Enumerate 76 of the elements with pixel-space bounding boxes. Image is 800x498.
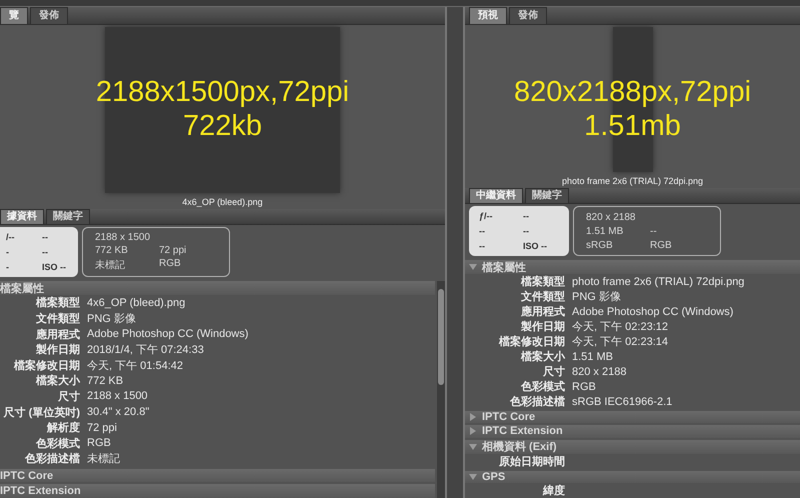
panel-tab[interactable]: 預視 [469, 7, 507, 24]
collapsed-triangle-icon[interactable] [469, 427, 477, 436]
field-label: 文件類型 [520, 290, 565, 304]
panel-tab[interactable]: 發佈 [509, 7, 547, 24]
camera-info-card: ƒ/-- -- -- -- -- ISO -- [469, 206, 569, 256]
scrollbar[interactable] [437, 281, 445, 498]
panel-tab[interactable]: 據資料 [0, 209, 44, 224]
field-label: 文件類型 [35, 312, 80, 326]
field-value: 2018/1/4, 下午 07:24:33 [87, 343, 205, 358]
field-label: 製作日期 [35, 342, 80, 358]
section-header[interactable]: 檔案屬性 [465, 260, 800, 274]
field-value: Adobe Photoshop CC (Windows) [572, 306, 734, 318]
field-value: RGB [572, 380, 597, 392]
file-name: 4x6_OP (bleed).png [182, 197, 263, 207]
field-label: 尺寸 [542, 364, 565, 379]
field-value: 4x6_OP (bleed).png [87, 296, 186, 309]
overlay-text: 722kb [182, 109, 262, 143]
file-summary-card: 2188 x 1500 772 KB 72 ppi 未標記 RGB [82, 227, 230, 277]
field-value: 820 x 2188 [572, 366, 628, 378]
field-label: 原始日期時間 [498, 454, 565, 469]
overlay-text: 820x2188px,72ppi [514, 75, 752, 109]
field-value: PNG 影像 [87, 312, 137, 326]
field-label: 尺寸 (單位英吋) [2, 406, 80, 420]
field-label: 色彩描述檔 [509, 394, 565, 409]
field-value: sRGB IEC61966-2.1 [572, 396, 674, 408]
field-label: 檔案修改日期 [12, 358, 80, 373]
expanded-triangle-icon[interactable] [469, 442, 477, 451]
file-summary-card: 820 x 2188 1.51 MB -- sRGB RGB [573, 206, 721, 256]
field-value: PNG 影像 [572, 290, 622, 304]
field-label: 色彩模式 [35, 436, 80, 451]
field-value: RGB [87, 437, 112, 450]
scrollbar-thumb[interactable] [438, 289, 444, 385]
field-label: 檔案大小 [520, 349, 565, 364]
field-label: 緯度 [542, 484, 565, 498]
field-label: 檔案大小 [34, 373, 80, 388]
section-header[interactable]: 檔案屬性 [0, 281, 435, 295]
section-header[interactable]: IPTC Extension [0, 484, 435, 498]
field-value: 今天, 下午 02:23:14 [572, 335, 669, 349]
panel-tab[interactable]: 覽 [0, 7, 28, 24]
field-value: photo frame 2x6 (TRIAL) 72dpi.png [572, 276, 746, 288]
field-value: 1.51 MB [572, 350, 614, 362]
expanded-triangle-icon[interactable] [469, 472, 477, 481]
field-label: 檔案類型 [520, 274, 565, 289]
section-header[interactable]: IPTC Core [0, 468, 435, 482]
panel-tab[interactable]: 發佈 [30, 7, 68, 24]
panel-tab[interactable]: 中繼資料 [469, 188, 523, 203]
field-value: 今天, 下午 02:23:12 [572, 320, 669, 334]
field-label: 檔案類型 [34, 295, 80, 310]
section-header[interactable]: 相機資料 (Exif) [465, 440, 800, 454]
overlay-text: 1.51mb [584, 109, 681, 143]
section-header[interactable]: IPTC Extension [465, 425, 800, 438]
field-label: 解析度 [46, 420, 80, 436]
field-value: 72 ppi [87, 422, 118, 434]
field-label: 色彩描述檔 [24, 452, 80, 466]
panel-splitter[interactable] [445, 7, 465, 498]
field-value: Adobe Photoshop CC (Windows) [87, 328, 250, 340]
field-value: 2188 x 1500 [87, 390, 149, 402]
field-label: 檔案修改日期 [498, 334, 565, 349]
expanded-triangle-icon[interactable] [469, 263, 477, 271]
field-value: 30.4" x 20.8" [87, 406, 150, 418]
file-name: photo frame 2x6 (TRIAL) 72dpi.png [562, 176, 704, 186]
overlay-text: 2188x1500px,72ppi [96, 75, 350, 109]
section-header[interactable]: GPS [465, 470, 800, 483]
field-value: 今天, 下午 01:54:42 [87, 358, 184, 373]
panel-tab[interactable]: 關鍵字 [46, 209, 90, 224]
field-label: 應用程式 [35, 328, 80, 342]
field-label: 應用程式 [520, 304, 565, 319]
collapsed-triangle-icon[interactable] [469, 413, 477, 422]
field-label: 製作日期 [520, 320, 565, 334]
camera-info-card: /-- -- - -- - ISO -- [0, 227, 78, 277]
field-value: 772 KB [87, 374, 124, 387]
panel-tab[interactable]: 關鍵字 [525, 188, 569, 203]
field-value: 未標記 [87, 452, 121, 466]
field-label: 色彩模式 [520, 380, 565, 394]
field-label: 尺寸 [57, 390, 80, 404]
section-header[interactable]: IPTC Core [465, 411, 800, 424]
